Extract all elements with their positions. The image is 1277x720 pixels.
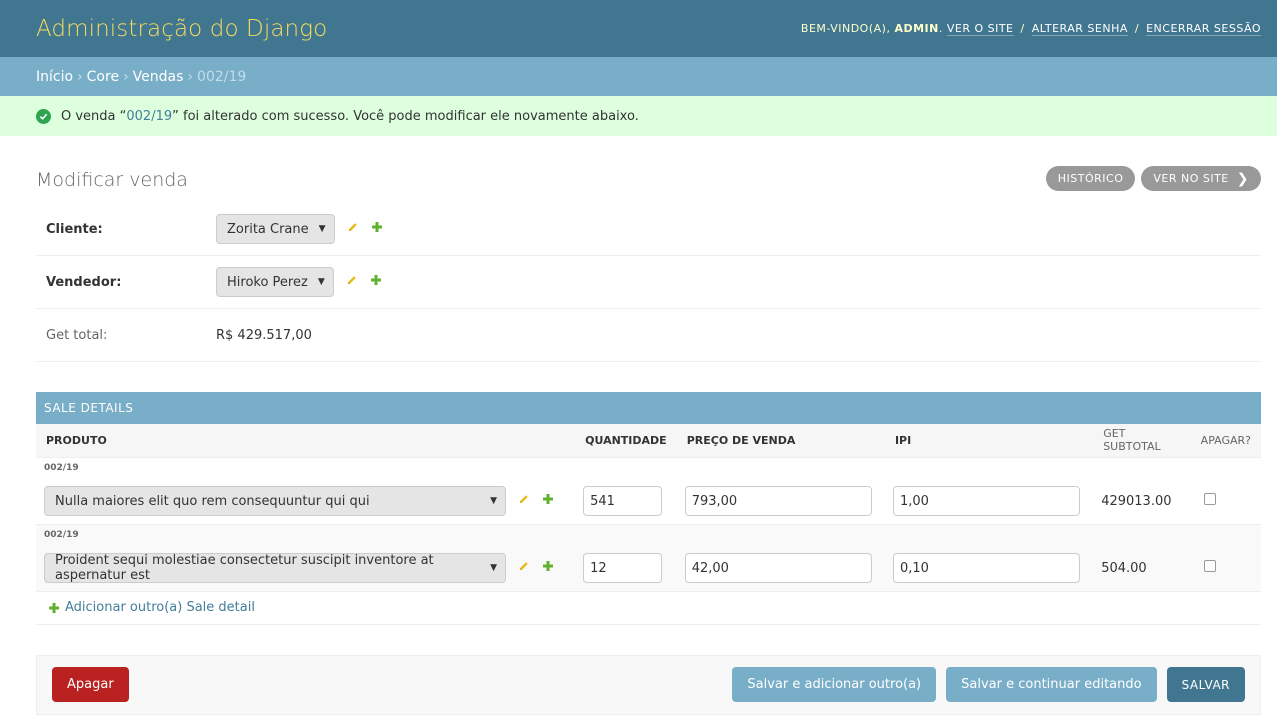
username: ADMIN [894,22,939,35]
pencil-icon[interactable] [518,493,530,509]
add-row: Adicionar outro(a) Sale detail [36,592,1261,625]
site-branding: Administração do Django [36,15,328,42]
view-on-site-button[interactable]: Ver no site ❯ [1141,166,1261,191]
vendedor-row: Vendedor: Hiroko Perez ▼ [36,256,1261,309]
breadcrumb-separator: › [77,68,83,85]
separator: / [1134,22,1140,35]
produto-selected-value: Proident sequi molestiae consectetur sus… [55,553,434,584]
caret-down-icon: ▼ [318,224,326,234]
pencil-icon[interactable] [518,560,530,576]
vendedor-selected-value: Hiroko Perez [227,274,308,290]
history-button[interactable]: Histórico [1045,166,1136,191]
table-row: Proident sequi molestiae consectetur sus… [36,546,1261,592]
welcome-text: Bem-vindo(a), [800,22,891,35]
produto-select[interactable]: Nulla maiores elit quo rem consequuntur … [44,486,506,517]
view-site-link[interactable]: Ver o site [946,22,1014,36]
cliente-selected-value: Zorita Crane [227,221,309,237]
message-prefix: O venda “ [61,108,127,124]
col-subtotal: Get subtotal [1093,424,1191,458]
content: Modificar venda Histórico Ver no site ❯ C… [0,136,1277,715]
view-on-site-label: Ver no site [1153,172,1229,185]
breadcrumb-separator: › [187,68,194,85]
logout-link[interactable]: Encerrar sessão [1146,22,1261,36]
caret-down-icon: ▼ [317,277,325,287]
pencil-icon[interactable] [346,274,358,290]
success-message: O venda “002/19” foi alterado com sucess… [0,96,1277,136]
breadcrumb-model[interactable]: Vendas [133,69,184,85]
cliente-label: Cliente: [46,221,103,237]
col-quantidade: Quantidade [575,424,677,458]
quantidade-input[interactable]: 541 [583,486,663,517]
add-another-link[interactable]: Adicionar outro(a) Sale detail [48,600,255,615]
separator: / [1020,22,1025,35]
row-original-label: 002/19 [36,457,1261,479]
row-original-label: 002/19 [36,524,1261,546]
caret-down-icon: ▼ [490,563,497,574]
preco-input[interactable]: 793,00 [684,486,872,517]
page-title: Modificar venda [36,169,188,191]
produto-select[interactable]: Proident sequi molestiae consectetur sus… [44,553,506,584]
cliente-row: Cliente: Zorita Crane ▼ [36,203,1261,256]
inline-title: Sale details [36,392,1261,424]
plus-icon[interactable] [542,493,554,509]
plus-icon[interactable] [371,221,383,237]
plus-icon[interactable] [370,274,382,290]
breadcrumb: Início › Core › Vendas › 002/19 [0,57,1277,96]
table-row-original: 002/19 [36,457,1261,479]
vendedor-label: Vendedor: [46,274,122,290]
delete-checkbox[interactable] [1203,493,1216,506]
col-apagar: Apagar? [1190,424,1261,458]
subtotal-value: 504.00 [1101,560,1147,576]
change-password-link[interactable]: Alterar senha [1031,22,1128,36]
delete-button[interactable]: Apagar [52,667,129,702]
ipi-input[interactable]: 1,00 [892,486,1080,517]
cliente-select[interactable]: Zorita Crane ▼ [216,214,335,244]
table-row-original: 002/19 [36,524,1261,546]
quantidade-input[interactable]: 12 [583,553,663,584]
preco-input[interactable]: 42,00 [684,553,872,584]
chevron-right-icon: ❯ [1236,170,1249,187]
sale-details-table: Produto Quantidade Preço de venda IPI Ge… [36,424,1261,592]
object-tools: Histórico Ver no site ❯ [1045,166,1261,191]
produto-selected-value: Nulla maiores elit quo rem consequuntur … [55,493,370,509]
message-object-link[interactable]: 002/19 [126,109,172,124]
plus-icon [49,602,59,613]
col-preco: Preço de venda [676,424,885,458]
total-row: Get total: R$ 429.517,00 [36,309,1261,362]
col-ipi: IPI [884,424,1094,458]
save-continue-button[interactable]: Salvar e continuar editando [946,667,1157,702]
add-another-label: Adicionar outro(a) Sale detail [65,600,255,615]
subtotal-value: 429013.00 [1101,493,1172,509]
breadcrumb-app[interactable]: Core [87,69,119,85]
breadcrumb-home[interactable]: Início [36,69,73,85]
total-value: R$ 429.517,00 [216,327,312,343]
check-circle-icon [36,108,51,124]
total-label: Get total: [46,327,108,343]
delete-checkbox[interactable] [1203,560,1216,573]
sale-details-inline: Sale details Produto Quantidade Preço de… [36,392,1261,625]
submit-row: Apagar Salvar e adicionar outro(a) Salva… [36,654,1261,715]
header: Administração do Django Bem-vindo(a), AD… [0,0,1277,57]
save-add-another-button[interactable]: Salvar e adicionar outro(a) [732,667,937,702]
save-button[interactable]: Salvar [1166,667,1245,702]
caret-down-icon: ▼ [490,496,497,507]
user-tools: Bem-vindo(a), ADMIN. Ver o site / Altera… [800,22,1261,36]
ipi-input[interactable]: 0,10 [892,553,1080,584]
history-label: Histórico [1057,172,1124,185]
table-row: Nulla maiores elit quo rem consequuntur … [36,479,1261,525]
vendedor-select[interactable]: Hiroko Perez ▼ [216,267,334,297]
col-produto: Produto [36,424,576,458]
pencil-icon[interactable] [347,221,359,237]
breadcrumb-separator: › [123,68,129,85]
breadcrumb-current: 002/19 [197,68,247,85]
plus-icon[interactable] [542,560,554,576]
message-suffix: ” foi alterado com sucesso. Você pode mo… [172,108,639,124]
